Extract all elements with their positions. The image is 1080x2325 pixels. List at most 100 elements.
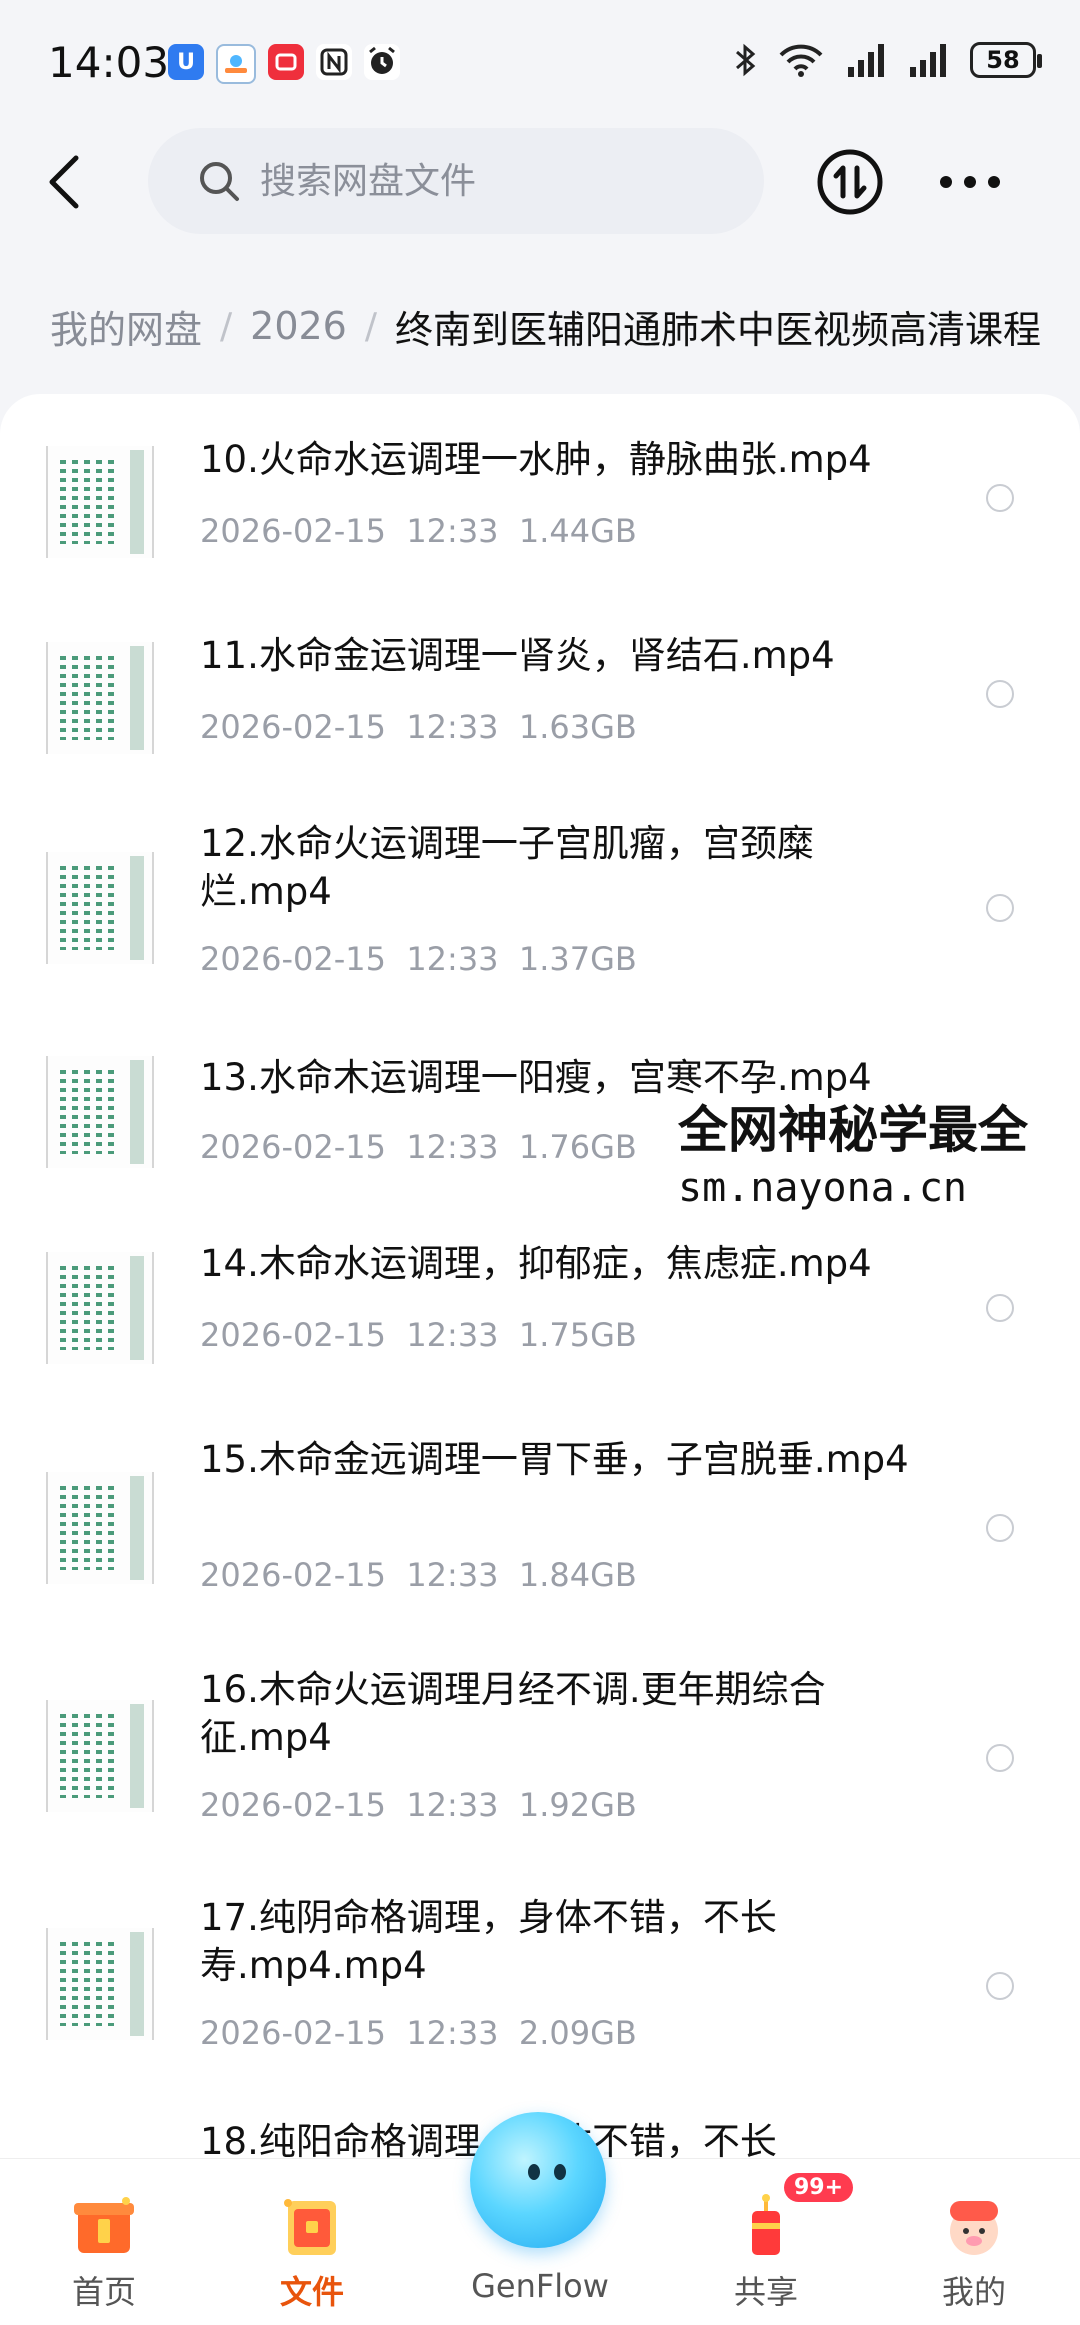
- file-row[interactable]: 11.水命金运调理一肾炎，肾结石.mp4 2026-02-15 12:33 1.…: [0, 616, 1080, 786]
- select-checkbox[interactable]: [986, 1514, 1014, 1542]
- file-row[interactable]: 16.木命火运调理月经不调.更年期综合征.mp4 2026-02-15 12:3…: [0, 1660, 1080, 1866]
- file-meta: 2026-02-15 12:33 2.09GB: [200, 2014, 637, 2052]
- status-time: 14:03: [48, 38, 170, 87]
- more-dot: [964, 176, 976, 188]
- nav-files-label: 文件: [279, 2273, 344, 2311]
- file-name: 11.水命金运调理一肾炎，肾结石.mp4: [200, 634, 835, 677]
- file-name: 17.纯阴命格调理，身体不错，不长寿.mp4.mp4: [200, 1896, 777, 1987]
- file-time: 12:33: [406, 1128, 499, 1166]
- breadcrumb-separator: /: [364, 305, 378, 347]
- file-name: 12.水命火运调理一子宫肌瘤，宫颈糜烂.mp4: [200, 822, 814, 913]
- select-checkbox[interactable]: [986, 1294, 1014, 1322]
- chevron-left-icon: [49, 155, 79, 209]
- file-time: 12:33: [406, 940, 499, 978]
- file-row[interactable]: 17.纯阴命格调理，身体不错，不长寿.mp4.mp4 2026-02-15 12…: [0, 1888, 1080, 2094]
- watermark: 全网神秘学最全 sm.nayona.cn: [672, 1100, 1080, 1220]
- video-thumbnail: [46, 1056, 154, 1168]
- nav-share-label: 共享: [733, 2273, 798, 2311]
- video-thumbnail: [46, 446, 154, 558]
- file-meta: 2026-02-15 12:33 1.92GB: [200, 1786, 637, 1824]
- select-checkbox[interactable]: [986, 894, 1014, 922]
- home-gift-icon: [74, 2197, 134, 2253]
- back-button[interactable]: [34, 148, 94, 216]
- file-time: 12:33: [406, 2014, 499, 2052]
- watermark-url: sm.nayona.cn: [678, 1165, 967, 1211]
- file-date: 2026-02-15: [200, 940, 386, 978]
- share-badge: 99+: [784, 2173, 854, 2202]
- file-list: 10.火命水运调理一水肿，静脉曲张.mp4 2026-02-15 12:33 1…: [0, 394, 1080, 2174]
- video-notification-icon: [268, 44, 304, 80]
- battery-level: 58: [986, 46, 1020, 74]
- file-size: 2.09GB: [518, 2014, 637, 2052]
- select-checkbox[interactable]: [986, 484, 1014, 512]
- file-time: 12:33: [406, 1556, 499, 1594]
- video-thumbnail: [46, 1472, 154, 1584]
- alarm-icon: [364, 44, 400, 80]
- nav-share[interactable]: 99+ 共享: [676, 2159, 856, 2325]
- status-indicators: 58: [734, 42, 1042, 78]
- select-checkbox[interactable]: [986, 1744, 1014, 1772]
- file-time: 12:33: [406, 1316, 499, 1354]
- video-thumbnail: [46, 1700, 154, 1812]
- select-checkbox[interactable]: [986, 680, 1014, 708]
- genflow-orb[interactable]: [470, 2112, 606, 2248]
- search-input[interactable]: [258, 159, 712, 203]
- file-size: 1.84GB: [518, 1556, 637, 1594]
- nav-mine[interactable]: 我的: [884, 2159, 1064, 2325]
- more-dot: [940, 176, 952, 188]
- signal-icon: [910, 44, 946, 77]
- video-thumbnail: [46, 852, 154, 964]
- breadcrumb: 我的网盘 / 2026 / 终南到医辅阳通肺术中医视频高清课程: [50, 296, 1080, 356]
- signal-icon: [848, 44, 884, 77]
- file-time: 12:33: [406, 708, 499, 746]
- breadcrumb-folder[interactable]: 2026: [250, 304, 347, 348]
- file-size: 1.92GB: [518, 1786, 637, 1824]
- file-size: 1.76GB: [518, 1128, 637, 1166]
- file-row[interactable]: 15.木命金远调理一胃下垂，子宫脱垂.mp4 2026-02-15 12:33 …: [0, 1430, 1080, 1636]
- status-bar: 14:03 U 58: [0, 0, 1080, 120]
- more-dot: [988, 176, 1000, 188]
- breadcrumb-current: 终南到医辅阳通肺术中医视频高清课程: [395, 307, 1042, 352]
- file-meta: 2026-02-15 12:33 1.84GB: [200, 1556, 637, 1594]
- file-row[interactable]: 10.火命水运调理一水肿，静脉曲张.mp4 2026-02-15 12:33 1…: [0, 420, 1080, 590]
- file-row[interactable]: 14.木命水运调理，抑郁症，焦虑症.mp4 2026-02-15 12:33 1…: [0, 1234, 1080, 1404]
- file-meta: 2026-02-15 12:33 1.37GB: [200, 940, 637, 978]
- wifi-icon: [779, 44, 823, 77]
- search-box[interactable]: [148, 128, 764, 234]
- file-meta: 2026-02-15 12:33 1.63GB: [200, 708, 637, 746]
- file-date: 2026-02-15: [200, 512, 386, 550]
- notification-icons: U: [168, 44, 400, 84]
- app-notification-icon: U: [168, 44, 204, 80]
- nav-genflow-label: GenFlow: [471, 2267, 609, 2305]
- battery-indicator: 58: [970, 42, 1042, 78]
- file-time: 12:33: [406, 512, 499, 550]
- sort-icon: [817, 149, 883, 215]
- file-date: 2026-02-15: [200, 2014, 386, 2052]
- nav-home[interactable]: 首页: [14, 2159, 194, 2325]
- file-size: 1.44GB: [518, 512, 637, 550]
- watermark-title: 全网神秘学最全: [678, 1101, 1028, 1159]
- file-date: 2026-02-15: [200, 1556, 386, 1594]
- orb-eye: [528, 2164, 540, 2180]
- more-button[interactable]: [940, 162, 1000, 202]
- file-meta: 2026-02-15 12:33 1.75GB: [200, 1316, 637, 1354]
- files-scroll-icon: [284, 2199, 336, 2255]
- nav-home-label: 首页: [71, 2273, 136, 2311]
- video-thumbnail: [46, 1928, 154, 2040]
- file-name: 16.木命火运调理月经不调.更年期综合征.mp4: [200, 1668, 826, 1759]
- file-size: 1.37GB: [518, 940, 637, 978]
- share-firecracker-icon: [752, 2194, 780, 2255]
- file-date: 2026-02-15: [200, 1786, 386, 1824]
- file-time: 12:33: [406, 1786, 499, 1824]
- search-icon: [200, 162, 239, 201]
- file-name: 15.木命金远调理一胃下垂，子宫脱垂.mp4: [200, 1438, 909, 1481]
- nav-files[interactable]: 文件: [222, 2159, 402, 2325]
- nfc-icon: [316, 44, 352, 80]
- select-checkbox[interactable]: [986, 1972, 1014, 2000]
- sort-button[interactable]: [816, 148, 884, 216]
- file-meta: 2026-02-15 12:33 1.76GB: [200, 1128, 637, 1166]
- file-row[interactable]: 12.水命火运调理一子宫肌瘤，宫颈糜烂.mp4 2026-02-15 12:33…: [0, 812, 1080, 1018]
- breadcrumb-root[interactable]: 我的网盘: [50, 299, 202, 354]
- profile-avatar-icon: [950, 2201, 998, 2255]
- file-date: 2026-02-15: [200, 1316, 386, 1354]
